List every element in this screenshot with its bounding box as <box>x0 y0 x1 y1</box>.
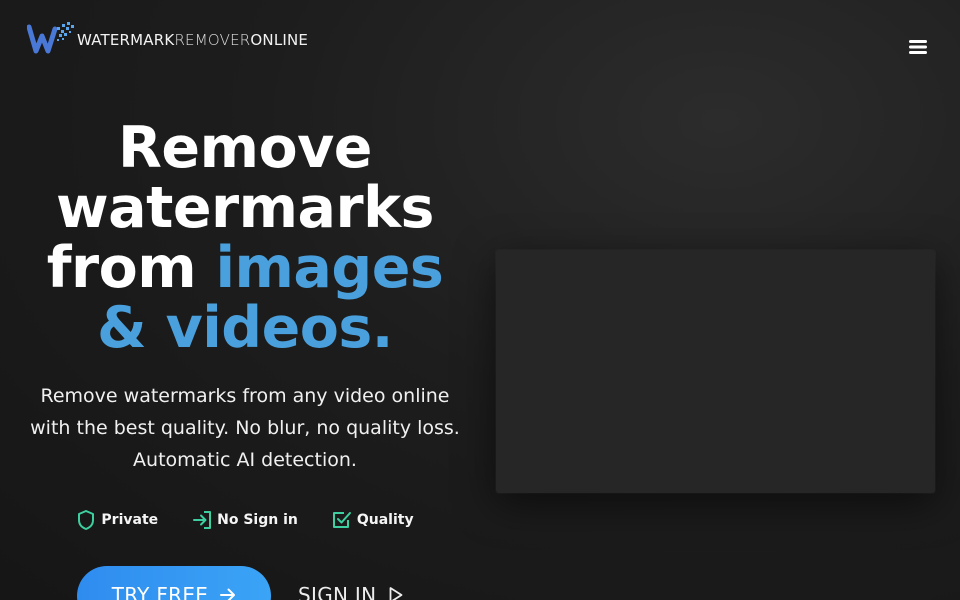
hamburger-menu-icon <box>909 40 927 54</box>
play-triangle-icon <box>389 587 403 600</box>
sign-in-label: SIGN IN <box>298 583 377 600</box>
sign-in-link[interactable]: SIGN IN <box>298 566 404 600</box>
feature-no-sign-in: No Sign in <box>192 509 298 531</box>
brand-logo[interactable]: WATERMARKREMOVERONLINE <box>27 21 308 59</box>
hero-description-line1: Remove watermarks from any video online <box>40 385 450 407</box>
try-free-label: TRY FREE <box>111 583 209 600</box>
checkbox-icon <box>332 512 351 528</box>
brand-name-part1: WATERMARK <box>77 30 175 49</box>
site-header: WATERMARKREMOVERONLINE <box>0 0 960 90</box>
hero-title-accent-images: images <box>215 235 444 301</box>
arrow-right-icon <box>220 588 236 600</box>
feature-label: No Sign in <box>217 512 298 528</box>
brand-name-part2: REMOVER <box>174 30 251 49</box>
hero-title-line1: Remove <box>118 115 372 181</box>
hero-description-line2: with the best quality. No blur, no quali… <box>30 417 460 439</box>
hero-title-accent-videos: & videos. <box>97 295 393 361</box>
sign-in-arrow-icon <box>193 511 212 529</box>
try-free-button[interactable]: TRY FREE <box>77 566 271 600</box>
menu-button[interactable] <box>904 35 932 59</box>
w-logo-icon <box>27 22 74 54</box>
feature-label: Quality <box>356 512 414 528</box>
shield-icon <box>78 510 95 530</box>
feature-private: Private <box>76 509 158 531</box>
hero-description-line3: Automatic AI detection. <box>133 449 357 471</box>
cta-row: TRY FREE SIGN IN <box>77 566 404 600</box>
hero-title-line3: from <box>46 235 216 301</box>
feature-list: Private No Sign in Quality <box>0 509 490 531</box>
feature-label: Private <box>101 512 159 528</box>
hero-title: Remove watermarks from images & videos. <box>0 118 490 358</box>
hero-title-line2: watermarks <box>56 175 434 241</box>
feature-quality: Quality <box>332 509 414 531</box>
brand-name-part3: ONLINE <box>250 30 309 49</box>
demo-preview-panel <box>496 250 935 493</box>
brand-name: WATERMARKREMOVERONLINE <box>77 30 309 49</box>
hero-description: Remove watermarks from any video online … <box>0 380 490 476</box>
